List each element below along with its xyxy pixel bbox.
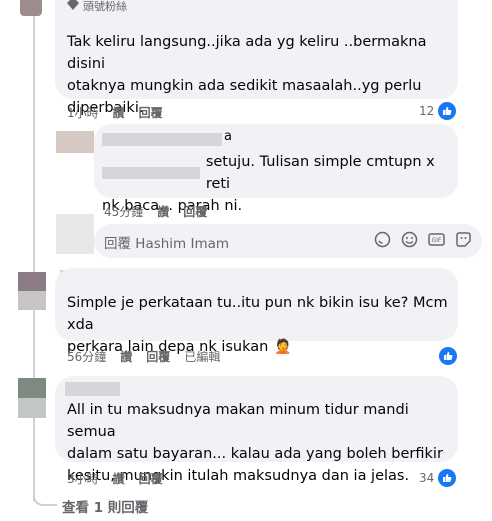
like-button[interactable]: 讚 xyxy=(157,203,169,220)
comment-time[interactable]: 56分鐘 xyxy=(67,348,106,365)
comment-time[interactable]: 3小時 xyxy=(67,470,99,487)
reply-input-box[interactable]: 回覆 Hashim Imam GIF xyxy=(94,224,482,258)
reply-input-placeholder[interactable]: 回覆 Hashim Imam xyxy=(104,232,229,252)
comment-text-line: All in tu maksudnya makan minum tidur ma… xyxy=(67,402,409,440)
comment-text-line: Simple je perkataan tu..itu pun nk bikin… xyxy=(67,295,448,333)
top-fan-badge: 頭號粉絲 xyxy=(83,0,127,13)
comment-text-line: dalam satu bayaran... kalau ada yang bol… xyxy=(67,446,443,462)
reply-button[interactable]: 回覆 xyxy=(139,104,163,121)
reply-button[interactable]: 回覆 xyxy=(146,348,170,365)
view-replies-link[interactable]: 查看 1 則回覆 xyxy=(62,496,148,516)
reaction-count[interactable] xyxy=(438,346,458,366)
commenter-name-tail[interactable]: a xyxy=(224,129,232,144)
reply-button[interactable]: 回覆 xyxy=(183,203,207,220)
like-icon xyxy=(438,346,458,366)
like-count: 34 xyxy=(419,471,435,485)
avatar xyxy=(56,214,94,254)
reply-button[interactable]: 回覆 xyxy=(139,470,163,487)
comment-bubble: All in tu maksudnya makan minum tidur ma… xyxy=(55,376,458,484)
reaction-count[interactable]: 34 xyxy=(419,468,458,488)
like-icon xyxy=(437,101,458,121)
thread-connector xyxy=(33,490,57,506)
avatar[interactable] xyxy=(18,272,46,310)
comment-text-line: setuju. Tulisan simple cmtupn x reti xyxy=(205,154,435,192)
svg-text:GIF: GIF xyxy=(432,237,442,244)
like-button[interactable]: 讚 xyxy=(113,104,125,121)
avatar[interactable] xyxy=(18,378,46,418)
like-icon xyxy=(437,468,458,488)
comment-bubble: Simple je perkataan tu..itu pun nk bikin… xyxy=(55,268,458,355)
avatar[interactable] xyxy=(56,131,94,153)
comment-time[interactable]: 1小時 xyxy=(67,104,99,121)
pixelated-mention[interactable] xyxy=(102,167,200,179)
comment-text-line: otaknya mungkin ada sedikit masaalah..yg… xyxy=(67,78,422,94)
comment-text-line: Tak keliru langsung..jika ada yg keliru … xyxy=(67,34,427,72)
pixelated-name[interactable] xyxy=(102,133,222,146)
gif-icon[interactable]: GIF xyxy=(428,231,445,248)
thread-line xyxy=(33,16,35,501)
edited-label: 已編輯 xyxy=(184,350,221,364)
sticker-icon[interactable] xyxy=(374,231,391,248)
comment-bubble: 頭號粉絲 Tak keliru langsung..jika ada yg ke… xyxy=(55,0,458,116)
pixelated-name[interactable] xyxy=(65,382,120,396)
comment-time[interactable]: 45分鐘 xyxy=(104,203,143,220)
diamond-icon xyxy=(67,0,79,13)
reaction-count[interactable]: 12 xyxy=(419,101,458,121)
comment-bubble: a setuju. Tulisan simple cmtupn x reti n… xyxy=(94,124,458,214)
emoji-icon[interactable] xyxy=(401,231,418,248)
avatar[interactable] xyxy=(20,0,42,16)
facepalm-emoji: 🤦 xyxy=(274,339,292,355)
like-button[interactable]: 讚 xyxy=(113,470,125,487)
like-count: 12 xyxy=(419,104,435,118)
sticker-alt-icon[interactable] xyxy=(455,231,472,248)
like-button[interactable]: 讚 xyxy=(120,348,132,365)
